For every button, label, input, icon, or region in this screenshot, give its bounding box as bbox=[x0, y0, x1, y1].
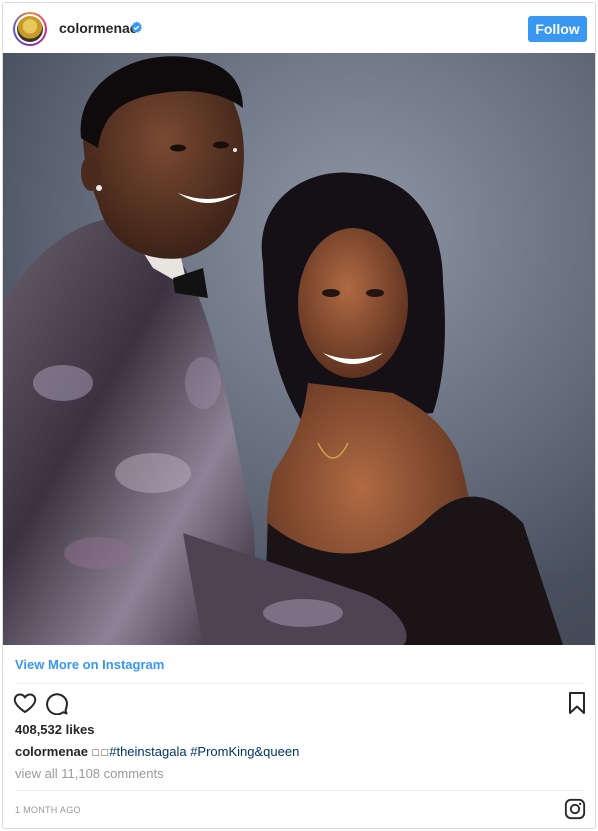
verified-badge-icon bbox=[131, 21, 143, 33]
instagram-icon[interactable] bbox=[564, 798, 586, 820]
caption-emoji: ☐☐ bbox=[91, 748, 110, 758]
bookmark-icon[interactable] bbox=[567, 691, 587, 715]
post-timestamp: 1 MONTH AGO bbox=[15, 805, 81, 815]
divider bbox=[15, 790, 583, 791]
username-link[interactable]: colormenae bbox=[59, 20, 138, 36]
follow-button[interactable]: Follow bbox=[528, 16, 587, 42]
photo-of-couple bbox=[3, 53, 595, 645]
comment-icon[interactable] bbox=[45, 691, 69, 715]
heart-icon[interactable] bbox=[13, 691, 37, 715]
post-photo[interactable] bbox=[3, 53, 595, 645]
divider bbox=[15, 683, 583, 684]
post-header: colormenae Follow bbox=[3, 3, 595, 53]
instagram-embed-card: colormenae Follow View More on Instagram… bbox=[2, 2, 596, 829]
hashtag-link[interactable]: #PromKing&queen bbox=[190, 744, 299, 759]
post-caption: colormenae ☐☐ #theinstagala #PromKing&qu… bbox=[15, 744, 299, 759]
view-more-link[interactable]: View More on Instagram bbox=[15, 657, 164, 672]
view-all-comments-link[interactable]: view all 11,108 comments bbox=[15, 766, 164, 781]
like-count[interactable]: 408,532 likes bbox=[15, 722, 95, 737]
caption-username[interactable]: colormenae bbox=[15, 744, 88, 759]
avatar[interactable] bbox=[13, 12, 47, 46]
avatar-image bbox=[17, 16, 43, 42]
hashtag-link[interactable]: #theinstagala bbox=[109, 744, 186, 759]
